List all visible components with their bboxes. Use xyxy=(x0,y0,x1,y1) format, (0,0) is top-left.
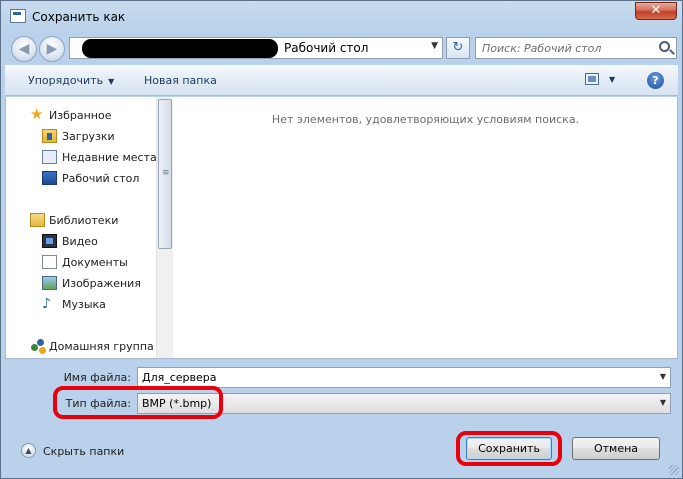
refresh-icon: ↻ xyxy=(452,40,464,55)
recent-places-icon xyxy=(42,150,57,164)
nav-item-homegroup[interactable]: Домашняя группа xyxy=(6,337,156,357)
nav-item-documents[interactable]: Документы xyxy=(6,253,156,273)
navigation-pane: ★ Избранное Загрузки Недавние места Рабо… xyxy=(6,97,156,358)
filename-label: Имя файла: xyxy=(63,371,131,384)
hide-folders-label: Скрыть папки xyxy=(43,445,125,458)
chevron-down-icon[interactable]: ▼ xyxy=(660,398,666,407)
forward-button[interactable]: ▶ xyxy=(39,36,65,62)
command-toolbar: Упорядочить ▼ Новая папка ▼ ? xyxy=(5,65,678,96)
help-icon[interactable]: ? xyxy=(647,72,664,89)
chevron-down-icon[interactable]: ▼ xyxy=(431,41,438,51)
search-input[interactable] xyxy=(476,38,651,58)
nav-item-images[interactable]: Изображения xyxy=(6,274,156,294)
desktop-icon xyxy=(42,171,57,185)
cancel-button[interactable]: Отмена xyxy=(572,437,660,460)
search-icon[interactable] xyxy=(659,41,670,52)
downloads-folder-icon xyxy=(42,129,57,143)
save-dialog-icon xyxy=(10,9,26,23)
chevron-down-icon: ▼ xyxy=(108,77,115,86)
file-list-pane[interactable]: Нет элементов, удовлетворяющих условиям … xyxy=(174,97,677,358)
window-title: Сохранить как xyxy=(32,10,126,24)
save-as-dialog: Сохранить как ✕ ◀ ▶ Рабочий стол ▼ ↻ Упо… xyxy=(0,0,683,479)
nav-label: Домашняя группа xyxy=(49,340,154,353)
close-button[interactable]: ✕ xyxy=(635,2,677,20)
scrollbar-thumb[interactable] xyxy=(158,99,172,249)
nav-label: Документы xyxy=(62,256,128,269)
homegroup-icon xyxy=(31,339,46,354)
nav-label: Недавние места xyxy=(62,151,156,164)
filetype-label: Тип файла: xyxy=(65,397,131,410)
nav-label: Музыка xyxy=(62,298,106,311)
nav-label: Рабочий стол xyxy=(62,172,140,185)
nav-label: Изображения xyxy=(62,277,141,290)
nav-label: Загрузки xyxy=(62,130,115,143)
refresh-button[interactable]: ↻ xyxy=(446,37,470,59)
documents-icon xyxy=(42,255,57,269)
nav-item-recent[interactable]: Недавние места xyxy=(6,148,156,168)
organize-label: Упорядочить xyxy=(28,74,104,87)
organize-button[interactable]: Упорядочить ▼ xyxy=(28,74,114,87)
nav-item-desktop[interactable]: Рабочий стол xyxy=(6,169,156,189)
music-icon: ♪ xyxy=(42,296,51,312)
redacted-path xyxy=(82,39,278,58)
navigation-scrollbar[interactable] xyxy=(156,97,173,358)
nav-label: Избранное xyxy=(49,109,112,122)
back-button[interactable]: ◀ xyxy=(11,36,37,62)
images-icon xyxy=(42,276,57,290)
title-bar[interactable]: Сохранить как ✕ xyxy=(1,1,682,31)
filetype-value: BMP (*.bmp) xyxy=(142,397,212,410)
filename-field[interactable]: ▼ xyxy=(137,367,671,388)
video-icon xyxy=(42,234,57,248)
filetype-select[interactable]: BMP (*.bmp) ▼ xyxy=(137,393,671,414)
chevron-down-icon[interactable]: ▼ xyxy=(609,75,615,84)
empty-results-message: Нет элементов, удовлетворяющих условиям … xyxy=(271,113,580,126)
address-current-folder[interactable]: Рабочий стол xyxy=(284,41,368,55)
chevron-up-icon: ▲ xyxy=(21,443,36,458)
address-bar[interactable]: Рабочий стол ▼ xyxy=(69,37,443,59)
nav-label: Видео xyxy=(62,235,98,248)
chevron-down-icon[interactable]: ▼ xyxy=(660,372,666,381)
save-button[interactable]: Сохранить xyxy=(466,437,552,460)
filename-input[interactable] xyxy=(138,368,653,387)
search-box[interactable] xyxy=(475,37,677,59)
libraries-icon xyxy=(30,213,45,227)
new-folder-button[interactable]: Новая папка xyxy=(144,74,217,87)
nav-label: Библиотеки xyxy=(49,214,119,227)
nav-item-video[interactable]: Видео xyxy=(6,232,156,252)
content-area: ★ Избранное Загрузки Недавние места Рабо… xyxy=(5,97,678,359)
resize-grip[interactable] xyxy=(669,465,679,475)
nav-item-libraries[interactable]: Библиотеки xyxy=(6,211,156,231)
nav-item-favorites[interactable]: ★ Избранное xyxy=(6,106,156,126)
star-icon: ★ xyxy=(30,105,44,123)
nav-item-downloads[interactable]: Загрузки xyxy=(6,127,156,147)
view-mode-icon[interactable] xyxy=(585,73,599,85)
nav-item-music[interactable]: ♪ Музыка xyxy=(6,295,156,315)
